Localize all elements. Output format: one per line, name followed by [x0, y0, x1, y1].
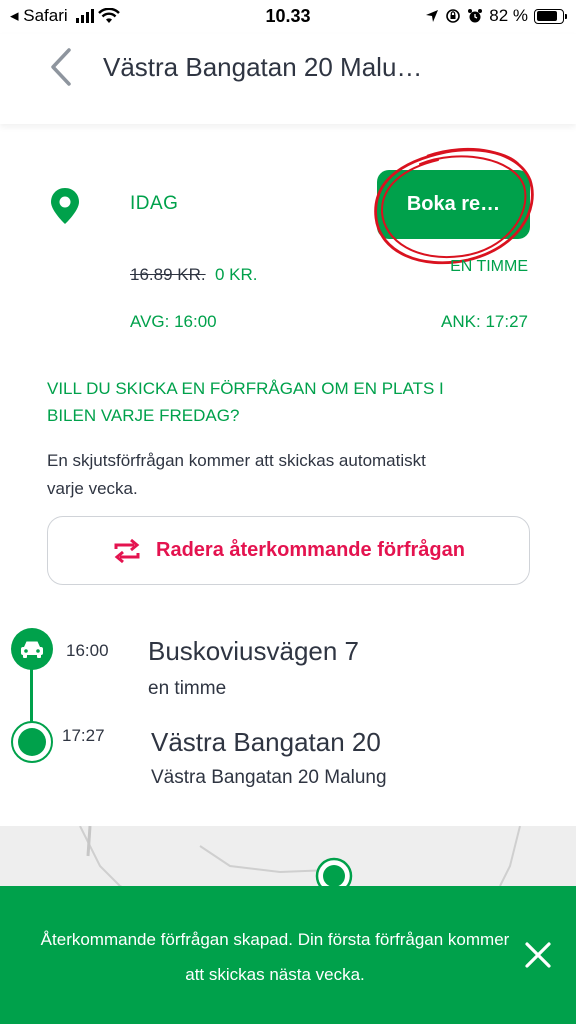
chevron-left-icon [51, 48, 71, 86]
recurring-description: En skjutsförfrågan kommer att skickas au… [47, 451, 426, 498]
delete-recurring-label: Radera återkommande förfrågan [156, 539, 465, 561]
alarm-icon [468, 9, 483, 23]
book-ride-label: Boka re… [406, 193, 501, 215]
stop-end-subtitle: Västra Bangatan 20 Malung [151, 767, 387, 788]
stop-start-place: Buskoviusvägen 7 [148, 636, 360, 666]
battery-level [536, 11, 557, 21]
battery-percent: 82 % [489, 6, 528, 25]
departure-time: AVG: 16:00 [130, 312, 217, 331]
price: 0 KR. [215, 265, 258, 284]
close-icon[interactable] [520, 937, 556, 973]
battery-icon [534, 8, 567, 24]
navigation-header: Västra Bangatan 20 Malu… [0, 34, 576, 124]
snackbar: Återkommande förfrågan skapad. Din först… [0, 886, 576, 1024]
snackbar-message: Återkommande förfrågan skapad. Din först… [40, 930, 510, 984]
stop-end-place: Västra Bangatan 20 [151, 727, 381, 757]
destination-marker-icon [11, 721, 53, 763]
stop-start-subtitle: en timme [148, 678, 227, 699]
stop-end-time: 17:27 [62, 726, 105, 745]
location-arrow-icon [426, 10, 439, 22]
status-icons: 82 % [425, 6, 567, 26]
status-bar: ◂ Safari 10.33 82 % [0, 0, 576, 34]
back-button[interactable] [38, 44, 84, 90]
arrival-time: ANK: 17:27 [441, 312, 528, 331]
page-title: Västra Bangatan 20 Malu… [103, 52, 423, 82]
book-ride-button[interactable]: Boka re… [377, 170, 530, 239]
repeat-icon [114, 538, 140, 563]
stop-start-time: 16:00 [66, 641, 109, 660]
trip-day: IDAG [130, 193, 179, 214]
orientation-lock-icon [446, 9, 461, 23]
car-icon [11, 628, 53, 670]
original-price: 16.89 KR. [130, 265, 206, 284]
location-pin-icon [51, 188, 79, 224]
delete-recurring-button[interactable]: Radera återkommande förfrågan [47, 516, 530, 585]
trip-duration: EN TIMME [450, 258, 528, 275]
recurring-question: VILL DU SKICKA EN FÖRFRÅGAN OM EN PLATS … [47, 379, 444, 425]
